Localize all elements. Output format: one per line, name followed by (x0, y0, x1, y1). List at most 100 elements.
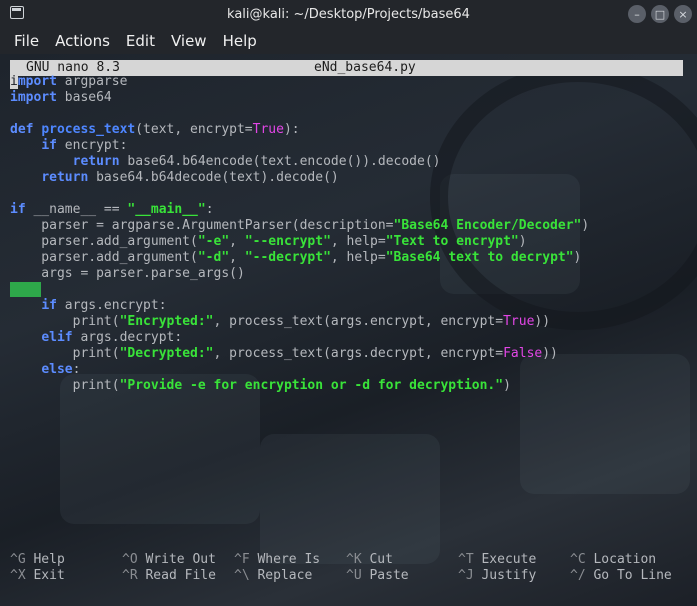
text-cursor: i (10, 74, 18, 89)
code-token: print( (10, 346, 120, 361)
code-token: , (229, 250, 245, 265)
shortcut-label: Replace (257, 568, 313, 583)
code-line[interactable]: print("Encrypted:", process_text(args.en… (10, 314, 690, 330)
shortcut-help[interactable]: ^G Help (10, 552, 65, 568)
shortcut-label: Execute (481, 552, 537, 567)
code-line[interactable] (10, 186, 690, 202)
code-token: mport (17, 74, 57, 89)
shortcut-label: Help (33, 552, 65, 567)
close-button[interactable]: × (674, 5, 692, 23)
shortcut-write-out[interactable]: ^O Write Out (122, 552, 216, 568)
code-line[interactable]: print("Decrypted:", process_text(args.de… (10, 346, 690, 362)
code-token: , help= (330, 250, 386, 265)
shortcut-execute[interactable]: ^T Execute (458, 552, 536, 568)
highlighted-whitespace (10, 282, 42, 297)
shortcut-label: Location (593, 552, 657, 567)
code-line[interactable]: elif args.decrypt: (10, 330, 690, 346)
code-line[interactable]: return base64.b64decode(text).decode() (10, 170, 690, 186)
window-title: kali@kali: ~/Desktop/Projects/base64 (227, 6, 470, 22)
shortcut-label: Exit (33, 568, 65, 583)
code-token: __name__ == (25, 202, 128, 217)
shortcut-key: ^\ (234, 568, 250, 583)
shortcut-key: ^C (570, 552, 586, 567)
code-token: else (41, 362, 73, 377)
menu-edit[interactable]: Edit (118, 32, 163, 50)
code-token: parser.add_argument( (10, 234, 198, 249)
code-token: def (10, 122, 34, 137)
code-token: True (252, 122, 284, 137)
code-line[interactable]: def process_text(text, encrypt=True): (10, 122, 690, 138)
code-token: True (503, 314, 535, 329)
shortcut-key: ^R (122, 568, 138, 583)
code-token: ): (283, 122, 300, 137)
code-token: , (229, 234, 245, 249)
shortcut-label: Read File (145, 568, 216, 583)
shortcut-location[interactable]: ^C Location (570, 552, 656, 568)
code-token: args.decrypt: (72, 330, 183, 345)
shortcut-read-file[interactable]: ^R Read File (122, 568, 216, 584)
code-line[interactable]: return base64.b64encode(text.encode()).d… (10, 154, 690, 170)
code-line[interactable]: import base64 (10, 90, 690, 106)
code-token: elif (41, 330, 73, 345)
code-token: (text, encrypt= (135, 122, 253, 137)
shortcut-where-is[interactable]: ^F Where Is (234, 552, 320, 568)
title-bar: kali@kali: ~/Desktop/Projects/base64 – □… (0, 0, 697, 28)
shortcut-exit[interactable]: ^X Exit (10, 568, 65, 584)
code-token: )) (534, 314, 551, 329)
code-token: if (10, 202, 26, 217)
shortcut-label: Paste (369, 568, 409, 583)
menu-help[interactable]: Help (215, 32, 265, 50)
code-line[interactable]: args = parser.parse_args() (10, 266, 690, 282)
code-line[interactable]: parser.add_argument("-d", "--decrypt", h… (10, 250, 690, 266)
code-line[interactable]: if __name__ == "__main__": (10, 202, 690, 218)
shortcut-cut[interactable]: ^K Cut (346, 552, 393, 568)
code-line[interactable]: parser = argparse.ArgumentParser(descrip… (10, 218, 690, 234)
shortcut-label: Justify (481, 568, 537, 583)
shortcut-go-to-line[interactable]: ^/ Go To Line (570, 568, 672, 584)
code-line[interactable] (10, 282, 690, 298)
shortcut-label: Write Out (145, 552, 216, 567)
code-token: "__main__" (127, 202, 206, 217)
code-token: base64.b64decode(text).decode() (88, 170, 339, 185)
shortcut-key: ^F (234, 552, 250, 567)
menu-actions[interactable]: Actions (47, 32, 118, 50)
shortcut-key: ^O (122, 552, 138, 567)
code-token: "Decrypted:" (119, 346, 214, 361)
maximize-button[interactable]: □ (651, 5, 669, 23)
menu-file[interactable]: File (0, 32, 47, 50)
shortcut-paste[interactable]: ^U Paste (346, 568, 409, 584)
code-token: "--decrypt" (244, 250, 331, 265)
code-token: , process_text(args.encrypt, encrypt= (213, 314, 504, 329)
code-token: base64 (56, 90, 112, 105)
shortcut-key: ^X (10, 568, 26, 583)
code-line[interactable] (10, 106, 690, 122)
shortcut-label: Cut (369, 552, 393, 567)
code-token: )) (542, 346, 558, 361)
code-token: "Text to encrypt" (385, 234, 519, 249)
shortcut-replace[interactable]: ^\ Replace (234, 568, 312, 584)
code-token: "Encrypted:" (119, 314, 214, 329)
code-token: , process_text(args.decrypt, encrypt= (213, 346, 504, 361)
code-token: if (41, 298, 57, 313)
code-line[interactable]: print("Provide -e for encryption or -d f… (10, 378, 690, 394)
shortcut-label: Where Is (257, 552, 321, 567)
code-editor[interactable]: import argparse import base64 def process_… (10, 74, 690, 394)
shortcut-key: ^J (458, 568, 474, 583)
code-token: parser.add_argument( (10, 250, 198, 265)
code-line[interactable]: parser.add_argument("-e", "--encrypt", h… (10, 234, 690, 250)
minimize-button[interactable]: – (628, 5, 646, 23)
code-line[interactable]: import argparse (10, 74, 690, 90)
code-token: ) (573, 250, 582, 265)
background-key-shape (60, 374, 260, 524)
code-line[interactable]: else: (10, 362, 690, 378)
terminal-area[interactable]: GNU nano 8.3 eNd_base64.py import argpar… (0, 54, 697, 606)
menu-view[interactable]: View (163, 32, 215, 50)
code-line[interactable]: if args.encrypt: (10, 298, 690, 314)
background-key-shape (260, 434, 440, 564)
code-token: "Base64 Encoder/Decoder" (393, 218, 582, 233)
code-line[interactable]: if encrypt: (10, 138, 690, 154)
shortcut-justify[interactable]: ^J Justify (458, 568, 536, 584)
code-token: "--encrypt" (244, 234, 331, 249)
